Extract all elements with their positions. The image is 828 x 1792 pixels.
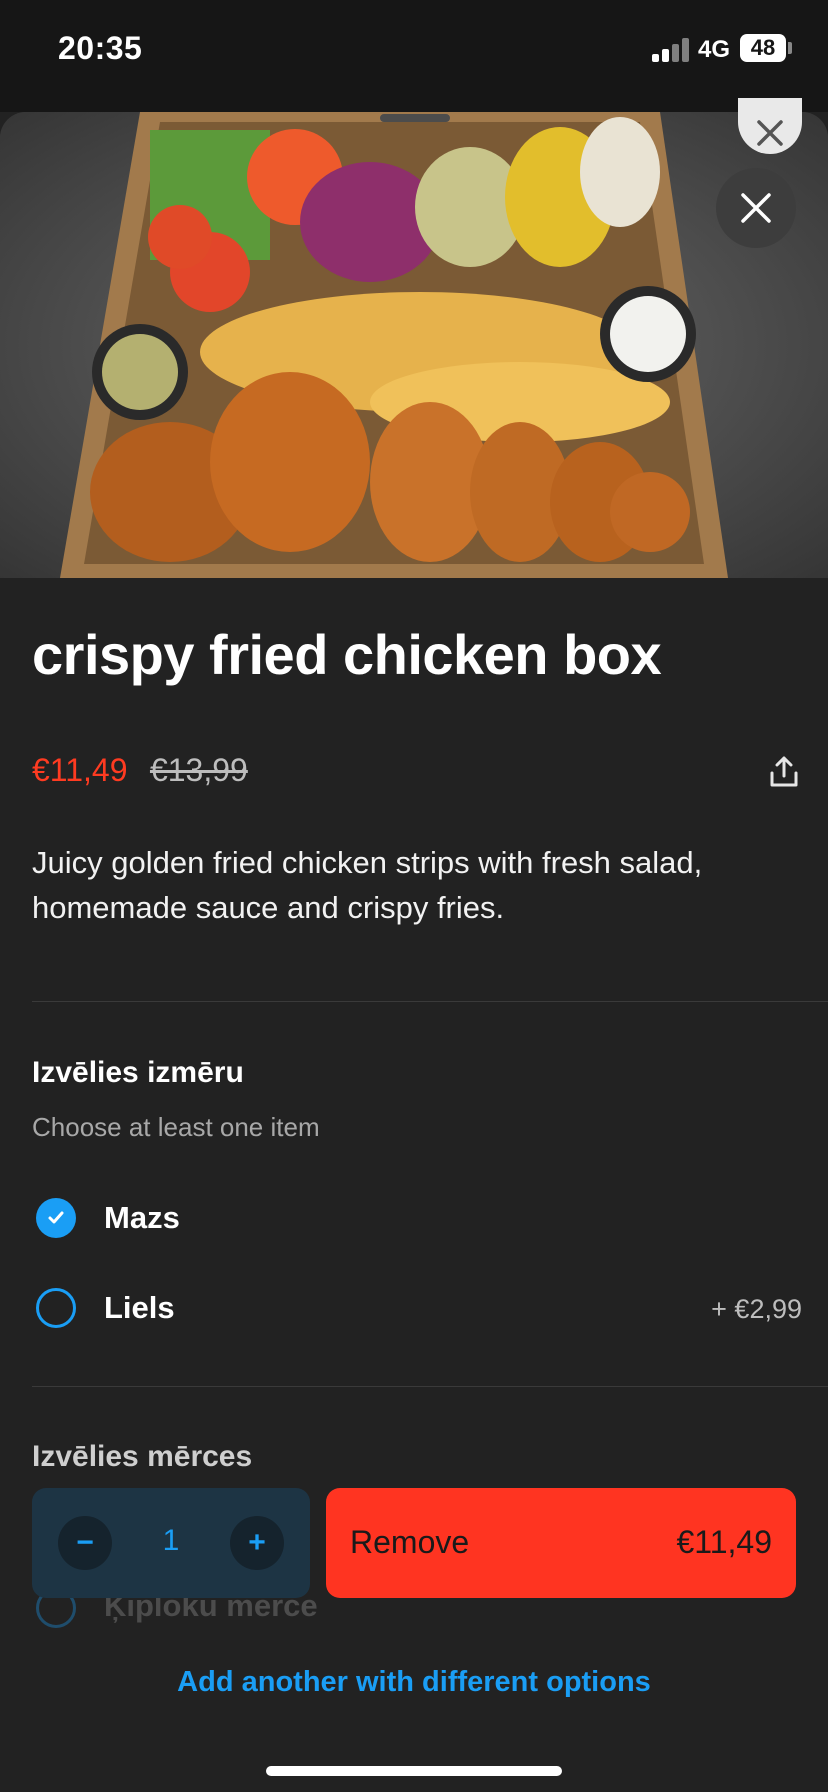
price-row: €11,49 €13,99 — [32, 752, 248, 792]
product-description: Juicy golden fried chicken strips with f… — [32, 845, 703, 925]
plus-icon: + — [248, 1526, 266, 1559]
divider — [32, 1386, 828, 1387]
size-section-subtitle: Choose at least one item — [32, 1112, 320, 1142]
battery-tip — [788, 42, 792, 54]
share-button[interactable] — [764, 752, 804, 792]
signal-strength-icon — [652, 38, 689, 62]
remove-price: €11,49 — [676, 1524, 773, 1560]
size-option-mazs[interactable]: Mazs — [32, 1188, 802, 1248]
size-section-title: Izvēlies izmēru — [32, 1056, 244, 1089]
share-icon — [770, 756, 798, 787]
network-type: 4G — [698, 36, 731, 63]
increment-button[interactable]: + — [230, 1516, 284, 1570]
remove-label: Remove — [350, 1524, 470, 1560]
remove-button[interactable]: Remove €11,49 — [326, 1488, 796, 1598]
radio-unchecked[interactable] — [36, 1288, 76, 1328]
product-image — [0, 112, 828, 578]
status-time: 20:35 — [58, 30, 143, 66]
option-label: Liels — [104, 1290, 175, 1325]
option-label: Mazs — [104, 1200, 180, 1235]
quantity-stepper: − 1 + — [32, 1488, 310, 1598]
status-bar: 20:35 4G 48 — [0, 0, 828, 112]
home-indicator — [266, 1766, 562, 1776]
battery-icon: 48 — [740, 34, 786, 62]
checkmark-icon — [48, 1211, 64, 1224]
close-icon — [757, 120, 783, 146]
close-button[interactable] — [716, 168, 796, 248]
option-price: + €2,99 — [711, 1294, 802, 1324]
product-title: crispy fried chicken box — [32, 623, 662, 686]
divider — [32, 1001, 828, 1002]
radio-checked[interactable] — [36, 1198, 76, 1238]
current-price: €11,49 — [32, 752, 128, 788]
add-another-button[interactable]: Add another with different options — [0, 1666, 828, 1699]
sauce-section-title: Izvēlies mērces — [32, 1440, 253, 1473]
close-icon — [741, 193, 771, 223]
original-price: €13,99 — [149, 752, 248, 788]
size-option-liels[interactable]: Liels + €2,99 — [32, 1278, 802, 1338]
